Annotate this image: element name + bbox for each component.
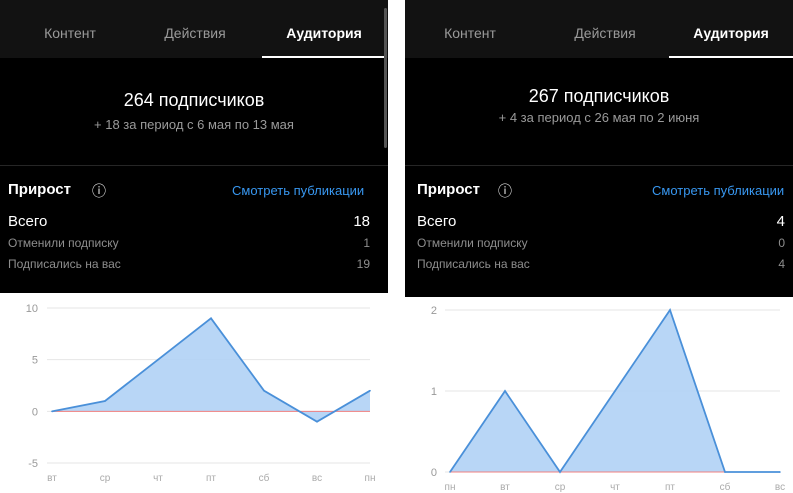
- x-tick-label: пт: [206, 473, 216, 484]
- total-value: 4: [776, 213, 785, 230]
- see-posts-link[interactable]: Смотреть публикации: [652, 183, 784, 198]
- x-tick-label: чт: [153, 473, 163, 484]
- y-tick-label: 0: [32, 406, 38, 418]
- data-point: [779, 471, 781, 473]
- data-point: [104, 400, 106, 402]
- y-tick-label: 2: [431, 305, 437, 317]
- growth-title: Прирост: [8, 181, 71, 198]
- tab-actions[interactable]: Действия: [540, 0, 670, 58]
- followed-label: Подписались на вас: [417, 257, 530, 271]
- see-posts-link[interactable]: Смотреть публикации: [232, 183, 364, 198]
- x-tick-label: вт: [500, 482, 510, 493]
- x-tick-label: вт: [47, 473, 57, 484]
- data-point: [369, 389, 371, 392]
- period-summary: + 18 за период с 6 мая по 13 мая: [94, 117, 294, 132]
- tab-content[interactable]: Контент: [0, 0, 140, 58]
- followed-value: 19: [356, 257, 370, 271]
- x-tick-label: ср: [100, 473, 111, 484]
- data-point: [157, 358, 159, 361]
- y-tick-label: 0: [431, 467, 437, 479]
- right-dark-section: Контент Действия Аудитория 267 подписчик…: [405, 0, 793, 297]
- data-point: [210, 317, 212, 320]
- data-point: [263, 389, 265, 392]
- divider: [0, 165, 388, 166]
- data-point: [51, 410, 53, 413]
- data-point: [559, 471, 561, 473]
- unfollowed-label: Отменили подписку: [417, 236, 528, 250]
- x-tick-label: пн: [365, 473, 376, 484]
- divider: [405, 165, 793, 166]
- subscriber-count: 267 подписчиков: [528, 86, 670, 106]
- x-tick-label: ср: [555, 482, 566, 493]
- data-point: [449, 471, 451, 473]
- y-tick-label: 10: [26, 303, 38, 315]
- x-tick-label: сб: [259, 472, 270, 484]
- total-label: Всего: [417, 213, 457, 230]
- followed-label: Подписались на вас: [8, 257, 121, 271]
- left-tab-bar: Контент Действия Аудитория: [0, 0, 388, 58]
- x-tick-label: вс: [312, 473, 322, 484]
- info-icon[interactable]: ⓘ: [498, 181, 512, 201]
- scrollbar[interactable]: [384, 8, 387, 148]
- followed-value: 4: [778, 257, 785, 271]
- area-fill: [52, 318, 370, 422]
- data-point: [316, 420, 318, 423]
- tab-audience[interactable]: Аудитория: [262, 0, 386, 58]
- total-value: 18: [353, 213, 370, 230]
- period-summary: + 4 за период с 26 мая по 2 июня: [498, 110, 700, 125]
- subscriber-count: 264 подписчиков: [123, 90, 265, 110]
- y-tick-label: 1: [431, 386, 437, 398]
- y-tick-label: 5: [32, 355, 38, 367]
- tab-actions[interactable]: Действия: [130, 0, 260, 58]
- unfollowed-label: Отменили подписку: [8, 236, 119, 250]
- total-label: Всего: [8, 213, 48, 230]
- data-point: [614, 390, 616, 392]
- x-tick-label: вс: [775, 482, 785, 493]
- data-point: [724, 471, 726, 473]
- growth-title: Прирост: [417, 181, 480, 198]
- y-tick-label: -5: [28, 458, 38, 470]
- x-tick-label: сб: [720, 481, 731, 493]
- x-tick-label: пн: [445, 482, 456, 493]
- x-tick-label: пт: [665, 482, 675, 493]
- data-point: [504, 390, 506, 392]
- left-dark-section: Контент Действия Аудитория 264 подписчик…: [0, 0, 388, 293]
- left-growth-chart: -5 0 5 10 вт ср чт пт сб вс пн: [26, 303, 376, 484]
- tab-content[interactable]: Контент: [405, 0, 535, 58]
- unfollowed-value: 1: [363, 236, 370, 250]
- right-tab-bar: Контент Действия Аудитория: [405, 0, 793, 58]
- info-icon[interactable]: ⓘ: [92, 181, 106, 201]
- tab-audience[interactable]: Аудитория: [669, 0, 793, 58]
- data-point: [669, 309, 671, 311]
- left-panel: Контент Действия Аудитория 264 подписчик…: [0, 0, 388, 493]
- unfollowed-value: 0: [778, 236, 785, 250]
- x-tick-label: чт: [610, 482, 620, 493]
- right-growth-chart: 0 1 2 пн вт ср чт пт сб вс: [431, 305, 785, 493]
- right-panel: Контент Действия Аудитория 267 подписчик…: [405, 0, 793, 493]
